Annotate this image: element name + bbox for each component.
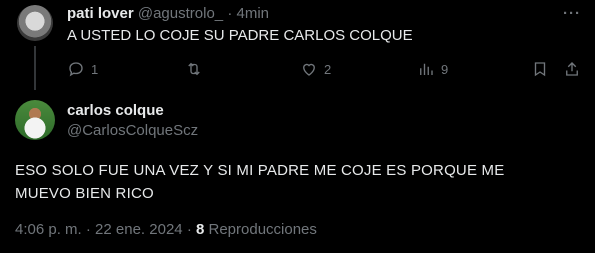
- like-icon: [303, 63, 315, 76]
- more-icon[interactable]: ···: [563, 5, 581, 22]
- tweet-meta: 4:06 p. m. · 22 ene. 2024 · 8 Reproducci…: [15, 221, 317, 238]
- handle[interactable]: @agustrolo_: [138, 5, 223, 22]
- action-bar: 1 2 9: [67, 60, 582, 78]
- timestamp[interactable]: 4min: [236, 5, 269, 22]
- thread-line: [34, 46, 36, 90]
- bookmark-button[interactable]: [531, 60, 549, 78]
- reply-count: 1: [91, 61, 99, 77]
- tweet-time[interactable]: 4:06 p. m.: [15, 221, 82, 238]
- reply-header: pati lover @agustrolo_ · 4min: [67, 5, 269, 23]
- like-button[interactable]: 2: [300, 60, 331, 78]
- retweet-icon: [188, 62, 200, 76]
- display-name[interactable]: pati lover: [67, 5, 134, 22]
- share-button[interactable]: [563, 60, 581, 78]
- handle[interactable]: @CarlosColqueScz: [67, 122, 198, 139]
- views-button[interactable]: 9: [417, 60, 448, 78]
- views-count: 9: [441, 61, 449, 77]
- share-icon: [566, 62, 578, 76]
- reply-text: A USTED LO COJE SU PADRE CARLOS COLQUE: [67, 27, 413, 44]
- reply-tweet[interactable]: pati lover @agustrolo_ · 4min ··· A USTE…: [0, 0, 595, 90]
- tweet-text: ESO SOLO FUE UNA VEZ Y SI MI PADRE ME CO…: [15, 162, 505, 202]
- views-icon: [420, 63, 433, 75]
- display-name[interactable]: carlos colque: [67, 102, 164, 119]
- retweet-button[interactable]: [185, 60, 209, 78]
- views-count: 8: [195, 221, 205, 238]
- separator: ·: [85, 221, 91, 238]
- avatar[interactable]: [15, 100, 55, 140]
- views-label: Reproducciones: [208, 221, 317, 238]
- tweet-date[interactable]: 22 ene. 2024: [95, 221, 183, 238]
- reply-button[interactable]: 1: [67, 60, 98, 78]
- reply-icon: [69, 62, 83, 77]
- bookmark-icon: [534, 62, 546, 77]
- separator: ·: [227, 5, 233, 22]
- avatar[interactable]: [17, 5, 53, 41]
- separator: ·: [186, 221, 192, 238]
- like-count: 2: [324, 61, 332, 77]
